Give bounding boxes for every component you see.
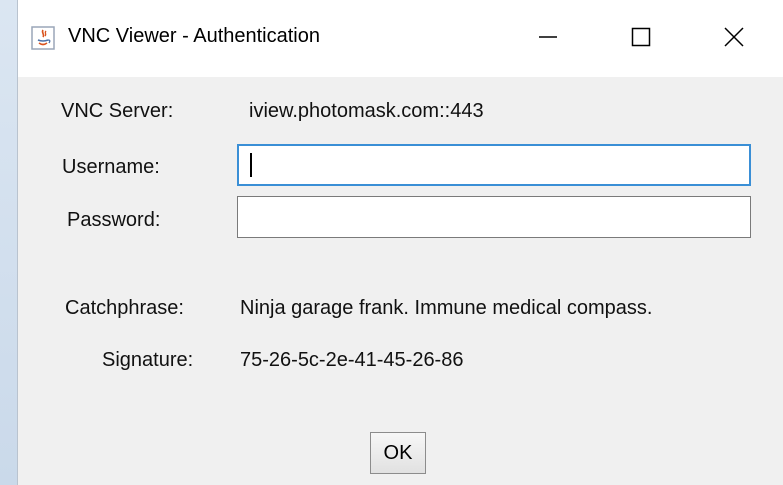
username-label: Username: <box>62 156 160 178</box>
window-title: VNC Viewer - Authentication <box>68 25 320 47</box>
minimize-icon <box>539 36 557 38</box>
close-icon <box>724 27 744 47</box>
password-label: Password: <box>67 209 161 231</box>
vnc-server-value: iview.photomask.com::443 <box>249 100 484 122</box>
close-button[interactable] <box>711 12 757 62</box>
title-bar[interactable]: VNC Viewer - Authentication <box>18 0 783 77</box>
ok-button[interactable]: OK <box>370 432 426 474</box>
text-caret <box>250 153 252 177</box>
catchphrase-label: Catchphrase: <box>65 297 184 319</box>
signature-label: Signature: <box>102 349 194 371</box>
authentication-dialog: VNC Viewer - Authentication VNC Server: … <box>17 0 783 485</box>
username-input[interactable] <box>237 144 751 186</box>
catchphrase-value: Ninja garage frank. Immune medical compa… <box>240 297 653 319</box>
minimize-button[interactable] <box>525 12 571 62</box>
password-input[interactable] <box>237 196 751 238</box>
maximize-button[interactable] <box>618 12 664 62</box>
java-app-icon <box>31 26 55 50</box>
signature-value: 75-26-5c-2e-41-45-26-86 <box>240 349 464 371</box>
vnc-server-label: VNC Server: <box>61 100 174 122</box>
maximize-icon <box>631 27 651 47</box>
